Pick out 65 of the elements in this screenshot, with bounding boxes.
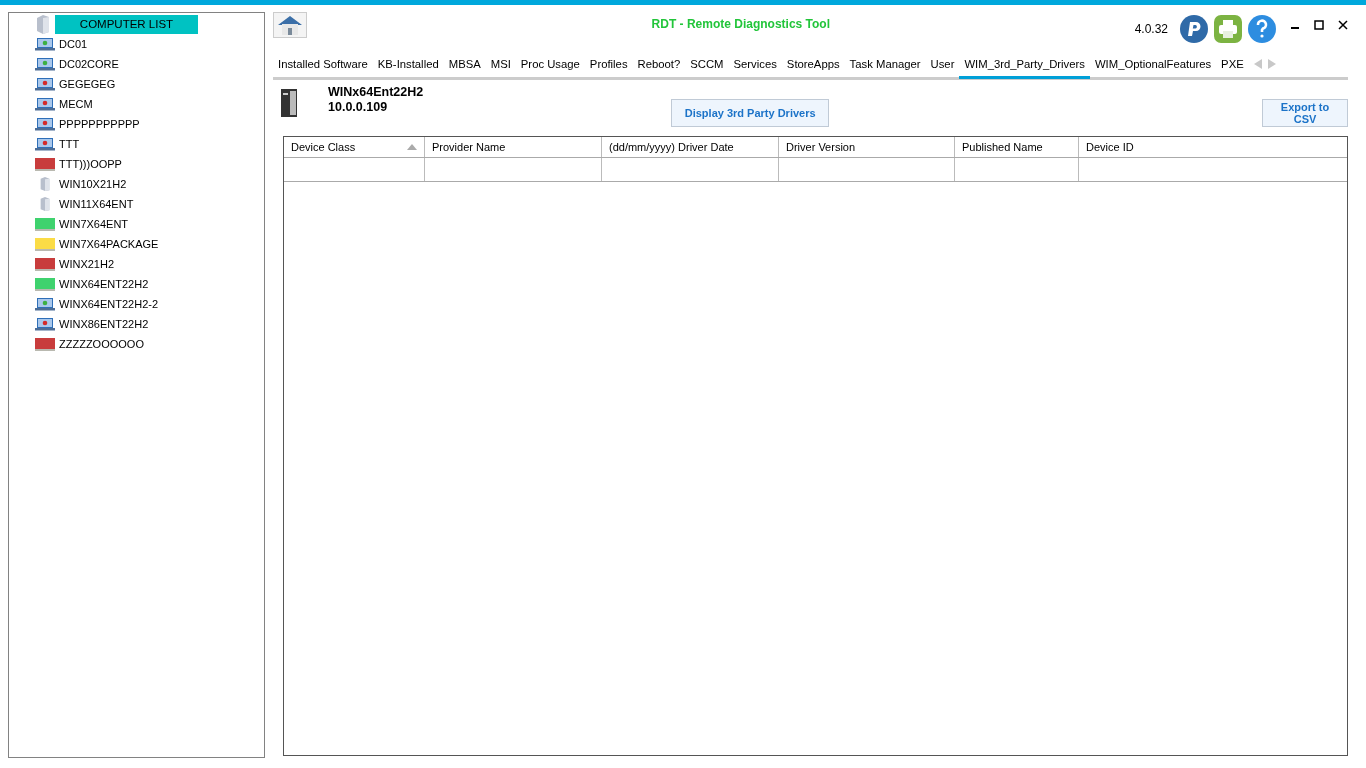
laptop-icon (35, 117, 55, 131)
server-icon (35, 14, 51, 34)
laptop-icon (35, 77, 55, 91)
laptop-icon (35, 57, 55, 71)
computer-list-item[interactable]: ZZZZZOOOOOO (35, 334, 264, 354)
window-title: RDT - Remote Diagnostics Tool (650, 16, 832, 31)
status-block-icon (35, 277, 55, 291)
laptop-icon (35, 97, 55, 111)
computer-list-item[interactable]: WIN7X64ENT (35, 214, 264, 234)
tab[interactable]: MBSA (443, 51, 486, 79)
tab[interactable]: PXE (1216, 51, 1249, 79)
status-block-icon (35, 157, 55, 171)
home-button[interactable] (273, 12, 307, 38)
printer-icon[interactable] (1214, 15, 1242, 43)
help-icon[interactable] (1248, 15, 1276, 43)
machine-name: WINx64Ent22H2 (328, 85, 424, 99)
laptop-icon (35, 37, 55, 51)
export-csv-button[interactable]: Export to CSV (1262, 99, 1348, 127)
maximize-icon[interactable] (1314, 20, 1324, 30)
tab[interactable]: Profiles (584, 51, 633, 79)
tab[interactable]: StoreApps (781, 51, 845, 79)
column-header[interactable]: Published Name (955, 137, 1079, 157)
tab[interactable]: MSI (485, 51, 516, 79)
tab[interactable]: Proc Usage (515, 51, 585, 79)
laptop-icon (35, 137, 55, 151)
laptop-icon (35, 297, 55, 311)
computer-list-item[interactable]: WIN10X21H2 (35, 174, 264, 194)
tab[interactable]: Task Manager (844, 51, 926, 79)
computer-list-item[interactable]: MECM (35, 94, 264, 114)
tab[interactable]: User (925, 51, 960, 79)
display-drivers-button[interactable]: Display 3rd Party Drivers (671, 99, 830, 127)
status-block-icon (35, 257, 55, 271)
column-header[interactable]: Device Class (284, 137, 425, 157)
column-header[interactable]: (dd/mm/yyyy) Driver Date (602, 137, 779, 157)
tab[interactable]: SCCM (685, 51, 729, 79)
computer-list-item[interactable]: WINX64ENT22H2-2 (35, 294, 264, 314)
column-header[interactable]: Device ID (1079, 137, 1347, 157)
tab[interactable]: KB-Installed (372, 51, 444, 79)
computer-list-item[interactable]: DC01 (35, 34, 264, 54)
computer-list-item[interactable]: WINX86ENT22H2 (35, 314, 264, 334)
close-icon[interactable] (1338, 20, 1348, 30)
status-block-icon (35, 217, 55, 231)
computer-list-item[interactable]: GEGEGEG (35, 74, 264, 94)
tab[interactable]: WIM_OptionalFeatures (1089, 51, 1217, 79)
computer-list-item[interactable]: TTT (35, 134, 264, 154)
laptop-icon (35, 317, 55, 331)
column-header[interactable]: Driver Version (779, 137, 955, 157)
status-block-icon (35, 337, 55, 351)
column-header[interactable]: Provider Name (425, 137, 602, 157)
tab[interactable]: WIM_3rd_Party_Drivers (959, 51, 1090, 79)
computer-list-item[interactable]: DC02CORE (35, 54, 264, 74)
tab[interactable]: Reboot? (632, 51, 686, 79)
computer-list-item[interactable]: WIN7X64PACKAGE (35, 234, 264, 254)
machine-ip: 10.0.0.109 (328, 100, 389, 114)
computer-list-item[interactable]: WINX64ENT22H2 (35, 274, 264, 294)
computer-list-title: COMPUTER LIST (55, 14, 198, 34)
status-block-icon (35, 237, 55, 251)
computer-list-item[interactable]: WINX21H2 (35, 254, 264, 274)
tab[interactable]: Services (728, 51, 782, 79)
computer-list-item[interactable]: PPPPPPPPPPP (35, 114, 264, 134)
tab[interactable]: Installed Software (273, 51, 373, 79)
computer-list-item[interactable]: WIN11X64ENT (35, 194, 264, 214)
desktop-tower-icon (278, 88, 300, 118)
computer-list-item[interactable]: TTT)))OOPP (35, 154, 264, 174)
version-label: 4.0.32 (1134, 22, 1168, 36)
